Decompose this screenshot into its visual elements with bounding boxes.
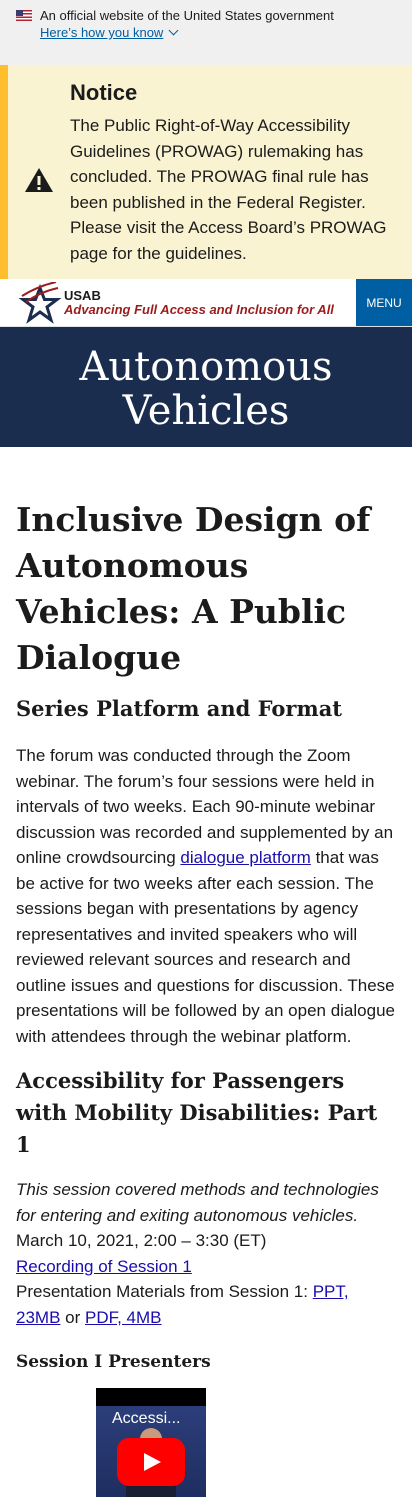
session1-details: This session covered methods and technol… [16, 1177, 396, 1330]
format-paragraph: The forum was conducted through the Zoom… [16, 743, 396, 1049]
us-flag-icon [16, 10, 32, 21]
heres-how-you-know-label[interactable]: Here’s how you know [40, 25, 163, 40]
site-header: USAB Advancing Full Access and Inclusion… [0, 279, 412, 327]
notice-alert: Notice The Public Right-of-Way Accessibi… [0, 65, 412, 279]
logo-abbr: USAB [64, 287, 101, 303]
heres-how-you-know-link[interactable]: Here’s how you know [40, 25, 396, 40]
chevron-down-icon [168, 25, 179, 36]
gov-banner-text: An official website of the United States… [40, 8, 334, 23]
or-text: or [60, 1307, 81, 1327]
section-heading: Series Platform and Format [16, 696, 343, 721]
video-title: Accessi... [112, 1410, 181, 1427]
paragraph-text-post: that was be active for two weeks after e… [16, 848, 395, 1046]
session1-recording-link[interactable]: Recording of Session 1 [16, 1257, 192, 1276]
notice-text: The Public Right-of-Way Accessibility Gu… [70, 116, 387, 263]
official-gov-banner: An official website of the United States… [0, 0, 412, 65]
hero-title-line1: Autonomous [79, 344, 333, 390]
play-icon[interactable] [117, 1438, 185, 1486]
notice-title: Notice [70, 80, 138, 105]
page-hero: Autonomous Vehicles [0, 327, 412, 447]
session1-heading: Accessibility for Passengers with Mobili… [16, 1068, 378, 1157]
site-logo[interactable]: USAB Advancing Full Access and Inclusion… [0, 279, 356, 326]
video-embed[interactable]: Accessi... [96, 1388, 206, 1497]
page-title: Inclusive Design of Autonomous Vehicles:… [16, 500, 371, 677]
logo-text: USAB Advancing Full Access and Inclusion… [64, 287, 334, 317]
session1-materials: Presentation Materials from Session 1: P… [16, 1279, 396, 1330]
main-content: Inclusive Design of Autonomous Vehicles:… [0, 447, 412, 1497]
menu-button[interactable]: MENU [356, 279, 412, 326]
pdf-link[interactable]: PDF, 4MB [85, 1308, 162, 1327]
materials-prefix: Presentation Materials from Session 1: [16, 1282, 313, 1301]
dialogue-platform-link[interactable]: dialogue platform [180, 848, 310, 867]
notice-body: Notice The Public Right-of-Way Accessibi… [70, 79, 392, 279]
warning-icon [25, 168, 53, 192]
usab-star-logo [18, 281, 62, 324]
hero-title-line2: Vehicles [122, 388, 290, 434]
session1-description: This session covered methods and technol… [16, 1180, 379, 1225]
session1-date: March 10, 2021, 2:00 – 3:30 (ET) [16, 1231, 267, 1250]
presenters-heading: Session I Presenters [16, 1352, 211, 1372]
gov-banner-row: An official website of the United States… [16, 8, 396, 23]
logo-tagline: Advancing Full Access and Inclusion for … [64, 301, 334, 317]
